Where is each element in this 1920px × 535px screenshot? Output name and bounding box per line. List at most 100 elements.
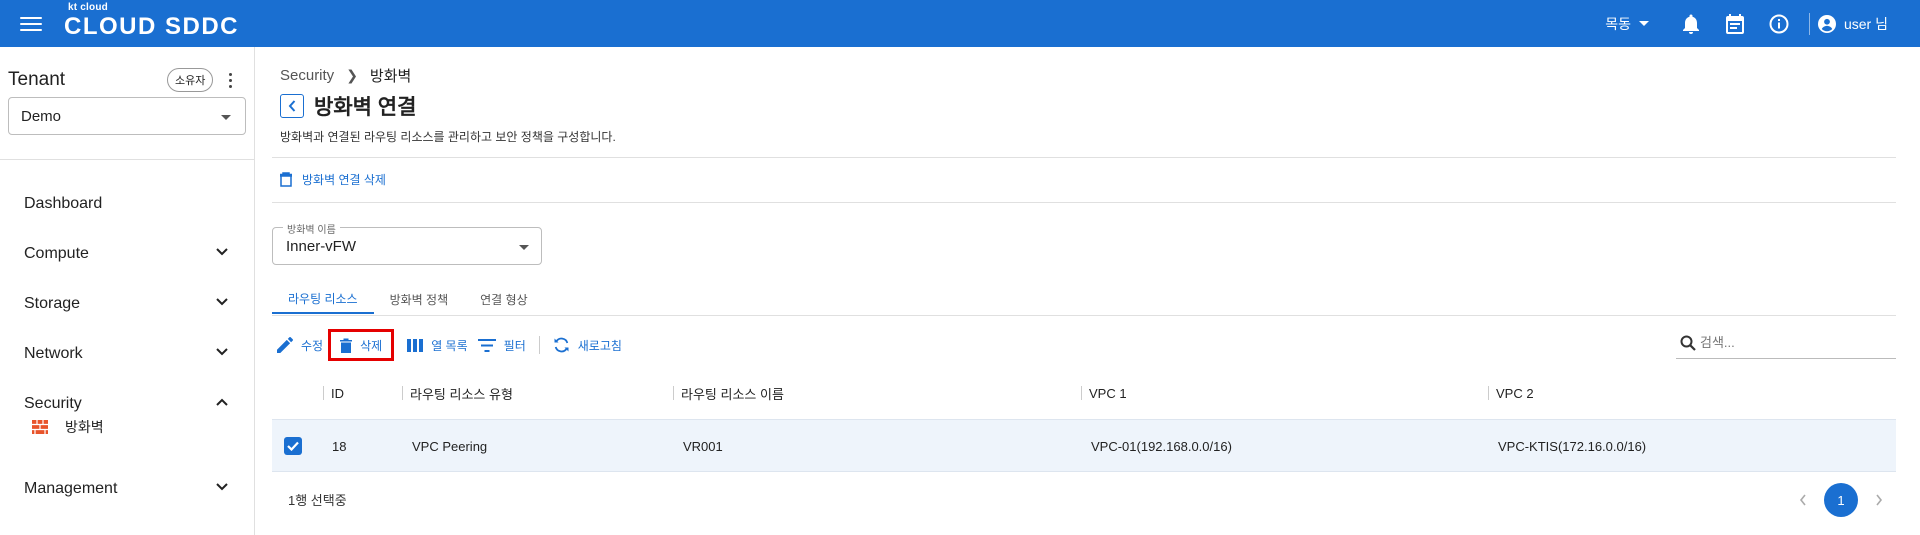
columns-button[interactable]: 열 목록	[402, 329, 472, 361]
chevron-right-icon: ❯	[346, 67, 358, 83]
check-icon	[287, 441, 299, 451]
divider	[272, 315, 1896, 316]
prev-page-button[interactable]	[1786, 483, 1820, 517]
sidebar-item-management[interactable]: Management	[0, 469, 254, 509]
pencil-icon	[277, 337, 293, 353]
more-vert-icon[interactable]	[220, 70, 240, 90]
user-name: user 님	[1843, 15, 1888, 32]
chevron-down-icon	[216, 483, 228, 491]
main-content: Security ❯ 방화벽 방화벽 연결 방화벽과 연결된 라우팅 리소스를 …	[272, 47, 1896, 535]
sidebar-item-label: Storage	[24, 295, 81, 312]
chevron-down-icon	[216, 348, 228, 356]
sidebar-item-label: Network	[24, 345, 83, 362]
chevron-down-icon	[216, 248, 228, 256]
filter-icon	[477, 338, 496, 352]
location-dropdown[interactable]: 목동	[1605, 14, 1649, 34]
search-icon	[1680, 335, 1696, 351]
logo-sub: kt cloud	[68, 2, 108, 13]
chevron-left-icon	[1799, 494, 1806, 506]
firewall-name-value: Inner-vFW	[286, 238, 357, 255]
sidebar-item-label: Security	[24, 395, 82, 412]
sidebar-item-label: Management	[24, 480, 118, 497]
column-header-id[interactable]: ID	[323, 374, 344, 412]
filter-button[interactable]: 필터	[473, 329, 531, 361]
logo-main: CLOUD SDDC	[64, 13, 239, 40]
caret-down-icon	[519, 245, 529, 250]
top-app-bar: kt cloud CLOUD SDDC 목동 user 님	[0, 0, 1920, 47]
edit-button[interactable]: 수정	[272, 329, 328, 361]
refresh-button[interactable]: 새로고침	[548, 329, 627, 361]
tenant-title: Tenant	[8, 69, 66, 90]
column-header-name[interactable]: 라우팅 리소스 이름	[673, 374, 784, 412]
info-icon[interactable]	[1757, 0, 1801, 47]
row-checkbox[interactable]	[284, 437, 302, 455]
table-row[interactable]: 18 VPC Peering VR001 VPC-01(192.168.0.0/…	[272, 419, 1896, 472]
divider	[1808, 12, 1810, 35]
breadcrumb-security[interactable]: Security	[280, 67, 334, 84]
page-title: 방화벽 연결	[314, 96, 417, 119]
chevron-up-icon	[216, 398, 228, 406]
sidebar-item-compute[interactable]: Compute	[0, 234, 254, 274]
caret-down-icon	[1638, 21, 1649, 26]
chevron-right-icon	[1876, 494, 1883, 506]
search-input[interactable]	[1700, 335, 1880, 350]
calendar-icon[interactable]	[1713, 0, 1757, 47]
tab-bar: 라우팅 리소스 방화벽 정책 연결 형상	[272, 284, 544, 314]
column-header-vpc2[interactable]: VPC 2	[1488, 374, 1534, 412]
table-toolbar: 수정 삭제 열 목록 필터 새로고침	[272, 329, 627, 361]
delete-connection-button[interactable]: 방화벽 연결 삭제	[280, 171, 386, 188]
tenant-select-value: Demo	[21, 107, 62, 125]
column-header-vpc1[interactable]: VPC 1	[1081, 374, 1127, 412]
menu-icon[interactable]	[20, 13, 42, 33]
sidebar-item-network[interactable]: Network	[0, 334, 254, 374]
delete-label: 삭제	[360, 338, 383, 353]
page-button-current[interactable]: 1	[1824, 483, 1858, 517]
user-menu[interactable]: user 님	[1817, 14, 1888, 34]
breadcrumb: Security ❯ 방화벽	[280, 65, 411, 86]
refresh-label: 새로고침	[577, 338, 622, 353]
column-header-type[interactable]: 라우팅 리소스 유형	[402, 374, 513, 412]
sidebar-item-label: Dashboard	[24, 195, 103, 212]
pagination: 1	[1786, 483, 1896, 517]
firewall-name-label: 방화벽 이름	[283, 221, 340, 236]
delete-button[interactable]: 삭제	[328, 329, 395, 361]
selection-count: 1행 선택중	[288, 493, 347, 508]
next-page-button[interactable]	[1862, 483, 1896, 517]
cell-name: VR001	[683, 439, 723, 454]
columns-label: 열 목록	[431, 338, 468, 353]
firewall-icon	[32, 420, 48, 434]
divider	[0, 159, 254, 160]
caret-down-icon	[221, 115, 231, 120]
cell-type: VPC Peering	[412, 439, 488, 454]
sidebar-item-dashboard[interactable]: Dashboard	[0, 184, 254, 224]
trash-icon	[340, 338, 353, 353]
sidebar-item-label: Compute	[24, 245, 89, 262]
view-column-icon	[407, 338, 424, 352]
trash-icon	[280, 172, 292, 187]
tab-firewall-policy[interactable]: 방화벽 정책	[374, 284, 465, 314]
owner-badge: 소유자	[167, 68, 214, 92]
chevron-left-icon	[288, 100, 296, 112]
cell-vpc2: VPC-KTIS(172.16.0.0/16)	[1498, 439, 1647, 454]
bell-icon[interactable]	[1669, 0, 1713, 47]
divider	[272, 157, 1896, 158]
sidebar-item-firewall[interactable]: 방화벽	[0, 412, 254, 442]
cell-vpc1: VPC-01(192.168.0.0/16)	[1091, 439, 1232, 454]
firewall-name-select[interactable]: 방화벽 이름 Inner-vFW	[272, 221, 542, 265]
divider	[538, 336, 540, 354]
delete-connection-label: 방화벽 연결 삭제	[302, 173, 386, 187]
account-icon	[1817, 14, 1836, 33]
logo[interactable]: kt cloud CLOUD SDDC	[64, 3, 239, 39]
location-label: 목동	[1605, 15, 1631, 32]
back-button[interactable]	[280, 94, 304, 118]
sidebar: Tenant 소유자 Demo Dashboard Compute Storag…	[0, 47, 255, 535]
sidebar-item-storage[interactable]: Storage	[0, 284, 254, 324]
search-field[interactable]	[1676, 327, 1896, 359]
tenant-select[interactable]: Demo	[8, 97, 246, 135]
tab-connection-topology[interactable]: 연결 형상	[464, 284, 544, 314]
cell-id: 18	[332, 439, 347, 454]
tab-routing-resource[interactable]: 라우팅 리소스	[272, 284, 374, 314]
sidebar-sub-label: 방화벽	[65, 419, 104, 435]
table-header: ID 라우팅 리소스 유형 라우팅 리소스 이름 VPC 1 VPC 2	[272, 374, 1896, 412]
page-description: 방화벽과 연결된 라우팅 리소스를 관리하고 보안 정책을 구성합니다.	[280, 130, 616, 144]
